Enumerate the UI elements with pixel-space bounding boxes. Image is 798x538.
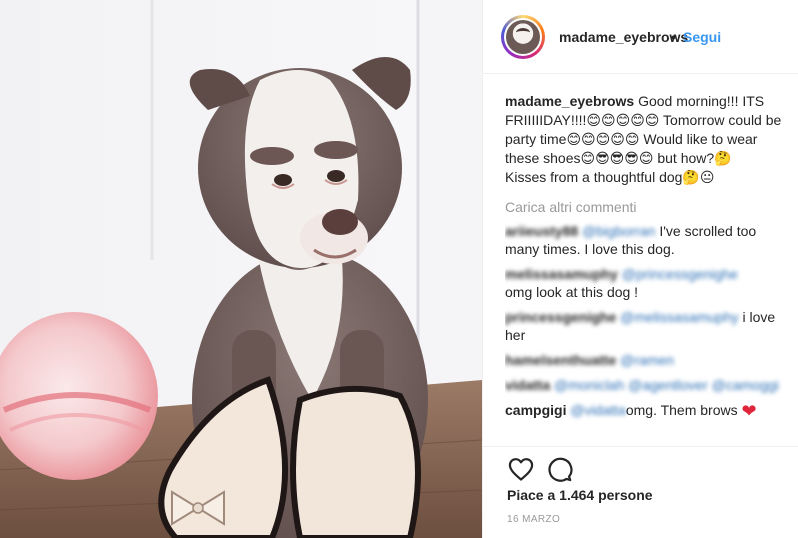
comment-username[interactable]: campgigi	[505, 402, 566, 418]
comment-username[interactable]: melissasamuphy	[505, 266, 618, 282]
comment-row: ariieusty88 @bigborran I've scrolled too…	[505, 222, 785, 258]
avatar-image	[506, 20, 540, 54]
post-photo[interactable]	[0, 0, 482, 538]
comment-username[interactable]: princessgenighe	[505, 309, 616, 325]
comment-mention[interactable]: @ramen	[620, 352, 674, 368]
likes-count[interactable]: Piace a 1.464 persone	[507, 487, 653, 503]
avatar[interactable]	[501, 15, 545, 59]
comment-row: vidatta @moniclah @agentlover @camoggi	[505, 376, 785, 394]
comment-mention[interactable]: @princessgenighe	[622, 266, 738, 282]
caption-username[interactable]: madame_eyebrows	[505, 93, 634, 109]
comments-list: madame_eyebrows Good morning!!! ITS FRII…	[505, 84, 785, 440]
comment-username[interactable]: hamelsenthuatte	[505, 352, 616, 368]
avatar-border	[504, 18, 542, 56]
comment-mention[interactable]: @vidatta	[570, 402, 625, 418]
header-separator: •	[671, 29, 676, 45]
comment-username[interactable]: ariieusty88	[505, 223, 578, 239]
caption: madame_eyebrows Good morning!!! ITS FRII…	[505, 92, 785, 187]
comment-mention[interactable]: @bigborran	[582, 223, 655, 239]
heart-emoji-icon: ❤	[741, 401, 757, 421]
dog-photo-illustration	[0, 0, 482, 538]
comment-text: omg look at this dog !	[505, 284, 639, 300]
instagram-post: madame_eyebrows • Segui madame_eyebrows …	[0, 0, 798, 538]
post-date: 16 MARZO	[507, 514, 561, 525]
author-username[interactable]: madame_eyebrows	[559, 29, 688, 45]
heart-outline-icon[interactable]	[507, 455, 535, 483]
post-header: madame_eyebrows • Segui	[483, 0, 798, 74]
caption-text-line2: Kisses from a thoughtful dog🤔😐	[505, 169, 715, 185]
post-side-panel: madame_eyebrows • Segui madame_eyebrows …	[482, 0, 798, 538]
comment-mention[interactable]: @melissasamuphy	[620, 309, 738, 325]
post-actions: Piace a 1.464 persone 16 MARZO	[483, 446, 798, 538]
comment-text: omg. Them brows	[625, 402, 738, 418]
load-more-comments-button[interactable]: Carica altri commenti	[505, 199, 785, 215]
comment-row: princessgenighe @melissasamuphy i love h…	[505, 308, 785, 344]
comment-mention[interactable]: @moniclah @agentlover @camoggi	[554, 377, 779, 393]
comment-row: campgigi @vidattaomg. Them brows ❤	[505, 401, 785, 420]
comment-username[interactable]: vidatta	[505, 377, 550, 393]
speech-bubble-icon[interactable]	[545, 455, 573, 483]
comment-row: hamelsenthuatte @ramen	[505, 351, 785, 369]
follow-button[interactable]: Segui	[683, 29, 721, 45]
comment-row: melissasamuphy @princessgenighe omg look…	[505, 265, 785, 301]
